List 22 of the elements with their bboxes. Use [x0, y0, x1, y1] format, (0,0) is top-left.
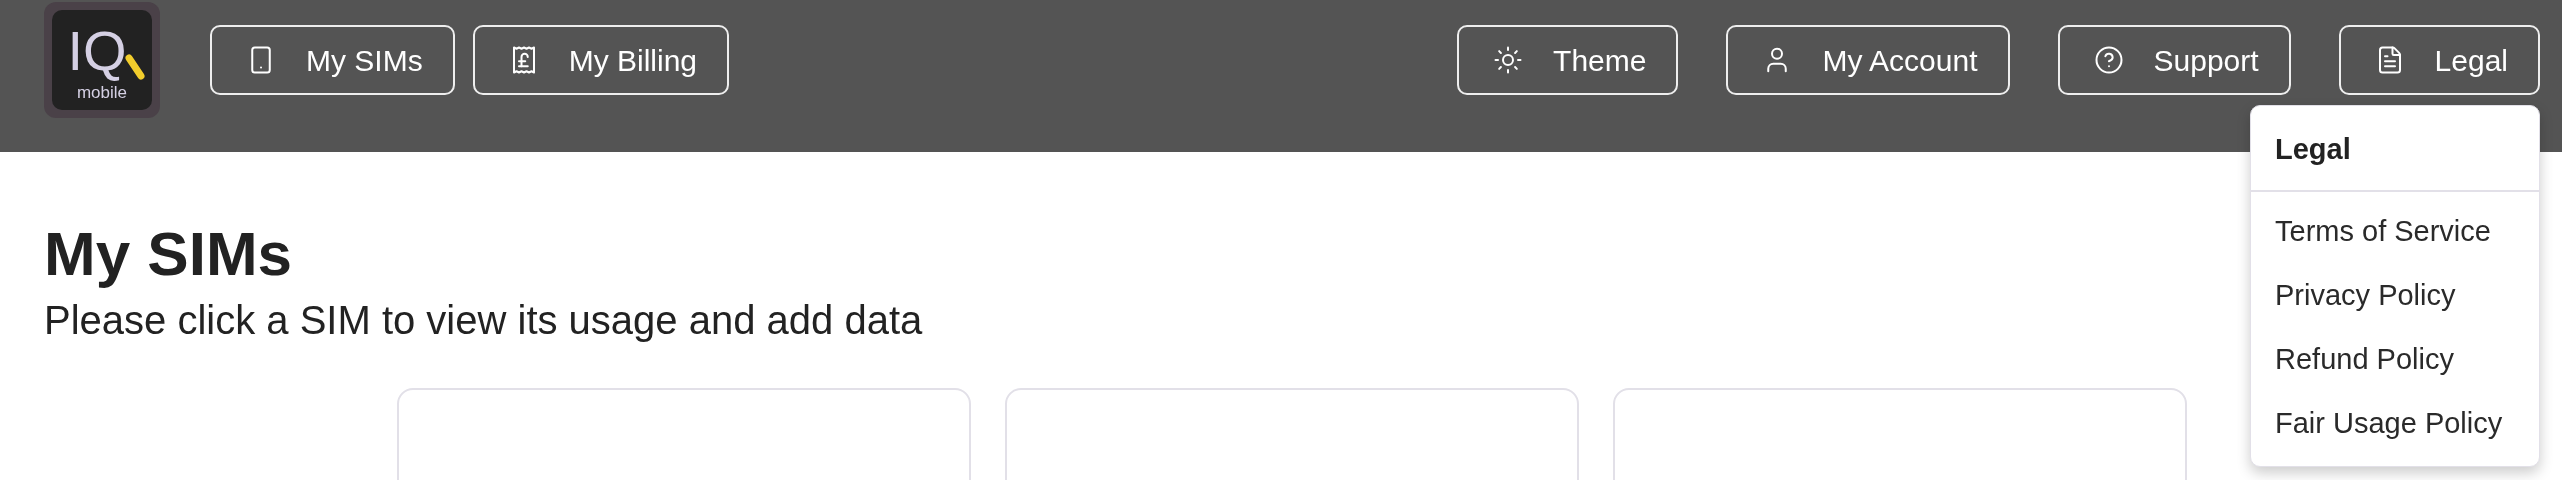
logo-caption: mobile	[76, 84, 128, 102]
nav-button[interactable]: My Account	[1726, 25, 2010, 95]
logo-mark: IQ	[67, 18, 127, 84]
menu-item[interactable]: Fair Usage Policy	[2251, 391, 2539, 456]
page-subtitle: Please click a SIM to view its usage and add data	[44, 297, 923, 344]
nav-button[interactable]: My SIMs	[210, 25, 455, 95]
menu-title: Legal	[2251, 106, 2539, 192]
nav-button[interactable]: My Billing	[472, 25, 730, 95]
nav-button[interactable]: Theme	[1457, 25, 1679, 95]
sim-card[interactable]	[1005, 388, 1579, 480]
nav-button[interactable]: Legal	[2338, 25, 2540, 95]
sim-card[interactable]	[1613, 388, 2187, 480]
menu-item[interactable]: Terms of Service	[2251, 199, 2539, 264]
logo[interactable]: IQ mobile	[44, 2, 160, 118]
page-title: My SIMs	[44, 218, 293, 290]
logo-slash-icon	[125, 54, 145, 80]
nav-button[interactable]: Support	[2057, 25, 2291, 95]
sim-card[interactable]	[397, 388, 971, 480]
menu-item[interactable]: Privacy Policy	[2251, 263, 2539, 328]
help-icon	[2093, 45, 2124, 75]
sun-icon	[1493, 45, 1524, 75]
menu-item[interactable]: Refund Policy	[2251, 327, 2539, 392]
